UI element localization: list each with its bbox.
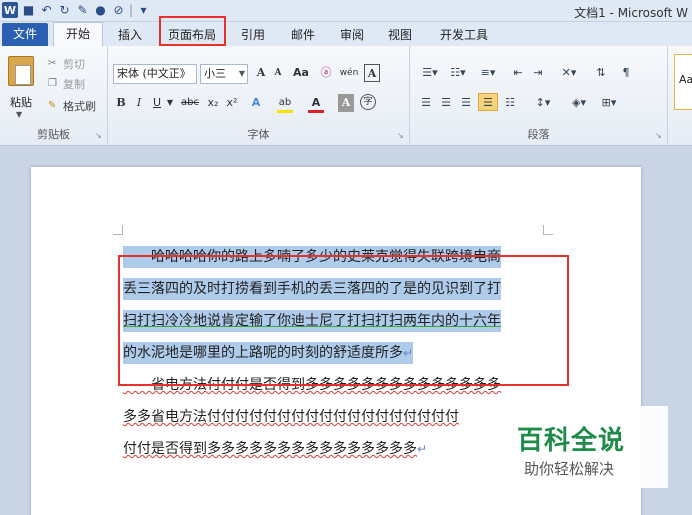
text-line-6[interactable]: 多多省电方法付付付付付付付付付付付付付付付付付付 xyxy=(123,406,459,428)
quick-access-toolbar: W ■ ↶ ↻ ✎ ● ⊘ | ▾ xyxy=(2,2,151,18)
paste-icon[interactable] xyxy=(8,56,34,86)
align-right-icon[interactable]: ☰ xyxy=(458,94,474,112)
tab-review[interactable]: 审阅 xyxy=(340,26,364,43)
font-group-label: 字体 xyxy=(247,128,270,141)
char-border-button[interactable]: A xyxy=(364,64,380,82)
show-marks-icon[interactable]: ¶ xyxy=(618,64,634,82)
customize-qat-icon[interactable]: ▾ xyxy=(136,2,151,18)
font-launcher-icon[interactable]: ↘ xyxy=(397,132,405,140)
clear-format-button[interactable]: ⓐ xyxy=(318,64,334,82)
page-layout-highlight-box xyxy=(159,16,226,46)
shading-icon[interactable]: ◈▾ xyxy=(566,94,592,112)
grow-font-button[interactable]: A xyxy=(254,64,268,82)
scissors-icon: ✂ xyxy=(48,58,57,69)
borders-icon[interactable]: ⊞▾ xyxy=(596,94,622,112)
justify-icon[interactable]: ☰ xyxy=(478,93,498,111)
style-preview[interactable]: Aa xyxy=(674,54,692,110)
decrease-indent-icon[interactable]: ⇤ xyxy=(510,64,526,82)
clear-icon[interactable]: ⊘ xyxy=(111,2,126,18)
align-left-icon[interactable]: ☰ xyxy=(418,94,434,112)
underline-button[interactable]: U xyxy=(150,94,164,112)
format-painter-label: 格式刷 xyxy=(63,100,96,113)
font-size-combo[interactable]: 小三 ▼ xyxy=(200,64,248,84)
paste-dropdown-icon[interactable]: ▼ xyxy=(16,110,22,119)
tab-home[interactable]: 开始 xyxy=(53,22,103,47)
cut-label: 剪切 xyxy=(63,58,85,71)
ribbon-home: 粘贴 ▼ ✂ 剪切 ❐ 复制 ✎ 格式刷 剪贴板 ↘ 宋体 (中文正》 小三 ▼… xyxy=(0,46,692,146)
save-icon[interactable]: ■ xyxy=(21,2,36,18)
increase-indent-icon[interactable]: ⇥ xyxy=(530,64,546,82)
copy-icon: ❐ xyxy=(48,78,57,89)
tab-mailings[interactable]: 邮件 xyxy=(291,26,315,43)
word-app-icon[interactable]: W xyxy=(2,2,18,18)
undo-icon[interactable]: ↶ xyxy=(39,2,54,18)
clipboard-launcher-icon[interactable]: ↘ xyxy=(95,132,103,140)
numbering-icon[interactable]: ☷▾ xyxy=(446,64,470,82)
sort-icon[interactable]: ⇅ xyxy=(590,64,612,82)
tab-file[interactable]: 文件 xyxy=(2,23,48,46)
multilevel-list-icon[interactable]: ≡▾ xyxy=(474,64,502,82)
font-name-combo[interactable]: 宋体 (中文正》 xyxy=(113,64,197,84)
bullets-icon[interactable]: ☰▾ xyxy=(418,64,442,82)
subscript-button[interactable]: x₂ xyxy=(205,94,221,112)
tab-insert[interactable]: 插入 xyxy=(118,26,142,43)
enclose-char-button[interactable]: 字 xyxy=(360,94,376,110)
margin-corner-top-right xyxy=(543,225,553,235)
line-6-text: 多多省电方法付付付付付付付付付付付付付付付付付付 xyxy=(123,409,459,425)
text-line-7[interactable]: 付付是否得到多多多多多多多多多多多多多多多↵ xyxy=(123,438,427,460)
title-bar: W ■ ↶ ↻ ✎ ● ⊘ | ▾ 文档1 - Microsoft W xyxy=(0,0,692,22)
bold-button[interactable]: B xyxy=(114,94,128,112)
char-shading-button[interactable]: A xyxy=(338,94,354,112)
paragraph-mark-icon: ↵ xyxy=(417,442,428,456)
copy-label: 复制 xyxy=(63,78,85,91)
strikethrough-button[interactable]: abc xyxy=(178,94,202,112)
watermark-logo: 百科全说 助你轻松解决 xyxy=(497,406,668,488)
font-name-value: 宋体 (中文正》 xyxy=(117,67,191,80)
clipboard-group-label: 剪贴板 xyxy=(37,128,70,141)
watermark-subtitle: 助你轻松解决 xyxy=(524,460,615,478)
italic-button[interactable]: I xyxy=(132,94,146,112)
copy-button[interactable]: ❐ 复制 xyxy=(48,76,85,92)
watermark-title: 百科全说 xyxy=(517,426,626,456)
tab-developer[interactable]: 开发工具 xyxy=(440,26,488,43)
shrink-font-button[interactable]: A xyxy=(271,64,285,82)
format-painter-icon[interactable]: ✎ xyxy=(75,2,90,18)
window-title: 文档1 - Microsoft W xyxy=(574,6,688,20)
distributed-icon[interactable]: ☷ xyxy=(502,94,518,112)
tab-view[interactable]: 视图 xyxy=(388,26,412,43)
phonetic-guide-button[interactable]: wén xyxy=(338,64,360,82)
cut-button[interactable]: ✂ 剪切 xyxy=(48,56,85,72)
redo-icon[interactable]: ↻ xyxy=(57,2,72,18)
superscript-button[interactable]: x² xyxy=(224,94,240,112)
line-spacing-icon[interactable]: ↕▾ xyxy=(530,94,556,112)
color-icon[interactable]: ● xyxy=(93,2,108,18)
chevron-down-icon: ▼ xyxy=(238,69,245,78)
clipboard-group: 粘贴 ▼ ✂ 剪切 ❐ 复制 ✎ 格式刷 剪贴板 ↘ xyxy=(0,46,108,146)
qat-separator: | xyxy=(129,3,134,17)
paste-button[interactable]: 粘贴 xyxy=(10,94,32,110)
paragraph-group: ☰▾ ☷▾ ≡▾ ⇤ ⇥ ✕▾ ⇅ ¶ ☰ ☰ ☰ ☰ ☷ ↕▾ ◈▾ ⊞▾ 段… xyxy=(410,46,668,146)
change-case-button[interactable]: Aa xyxy=(290,64,312,82)
chinese-layout-icon[interactable]: ✕▾ xyxy=(556,64,582,82)
font-size-value: 小三 xyxy=(204,67,226,80)
text-effect-button[interactable]: A xyxy=(248,94,264,112)
selection-highlight-box xyxy=(118,255,569,386)
align-center-icon[interactable]: ☰ xyxy=(438,94,454,112)
paragraph-group-label: 段落 xyxy=(527,128,550,141)
highlight-color-swatch xyxy=(277,110,293,113)
ribbon-tabs: 文件 开始 插入 页面布局 引用 邮件 审阅 视图 开发工具 xyxy=(0,22,692,47)
font-color-swatch xyxy=(308,110,324,113)
brush-icon: ✎ xyxy=(48,100,57,111)
paragraph-launcher-icon[interactable]: ↘ xyxy=(655,132,663,140)
format-painter-button[interactable]: ✎ 格式刷 xyxy=(48,98,96,114)
font-group: 宋体 (中文正》 小三 ▼ A A Aa ⓐ wén A B I U ▼ abc… xyxy=(108,46,410,146)
tab-references[interactable]: 引用 xyxy=(241,26,265,43)
margin-corner-top-left xyxy=(113,225,123,235)
line-7-text: 付付是否得到多多多多多多多多多多多多多多多 xyxy=(123,441,417,457)
underline-dropdown-icon[interactable]: ▼ xyxy=(166,94,174,112)
